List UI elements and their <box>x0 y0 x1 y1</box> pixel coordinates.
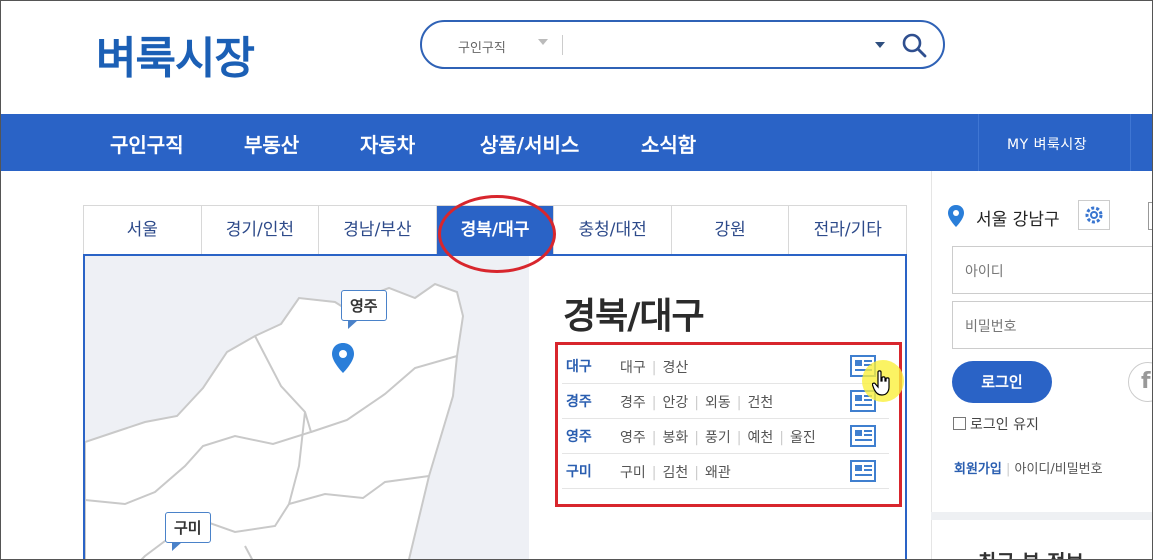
login-button[interactable]: 로그인 <box>952 361 1052 403</box>
account-links: 회원가입 | 아이디/비밀번호 <box>954 462 1103 477</box>
nav-my-link[interactable]: MY 벼룩시장 <box>1007 134 1087 154</box>
sidebar-divider <box>931 171 932 560</box>
nav-item-jobs[interactable]: 구인구직 <box>110 129 184 158</box>
search-category-select[interactable]: 구인구직 <box>458 37 506 56</box>
search-dropdown-caret-icon[interactable] <box>875 42 885 48</box>
tab-gyeonggi-incheon[interactable]: 경기/인천 <box>202 206 320 255</box>
keep-login-option[interactable]: 로그인 유지 <box>953 414 1039 434</box>
tab-gangwon[interactable]: 강원 <box>672 206 790 255</box>
id-field[interactable]: 아이디 <box>952 246 1153 294</box>
main-nav: 구인구직 부동산 자동차 상품/서비스 소식함 MY 벼룩시장 <box>0 114 1153 171</box>
facebook-login-icon[interactable]: f <box>1128 362 1153 402</box>
region-title: 경북/대구 <box>563 296 705 337</box>
category-caret-icon[interactable] <box>538 39 548 45</box>
hand-cursor-icon <box>872 370 890 396</box>
nav-divider <box>978 114 979 171</box>
highlight-circle-annotation <box>438 195 556 273</box>
search-input[interactable] <box>572 32 872 58</box>
recent-section-title: 최근 본 정보 <box>978 550 1084 560</box>
password-field[interactable]: 비밀번호 <box>952 301 1153 349</box>
nav-item-goods-services[interactable]: 상품/서비스 <box>480 129 579 158</box>
map-outline <box>85 282 465 560</box>
signup-link[interactable]: 회원가입 <box>954 462 1002 477</box>
region-map[interactable]: 영주 구미 <box>85 256 529 560</box>
location-pin-icon <box>948 205 964 227</box>
tab-gyeongnam-busan[interactable]: 경남/부산 <box>319 206 437 255</box>
map-label-yeongju[interactable]: 영주 <box>341 290 387 329</box>
search-icon[interactable] <box>900 31 928 59</box>
keep-login-checkbox[interactable] <box>953 417 966 430</box>
tab-chungcheong-daejeon[interactable]: 충청/대전 <box>554 206 672 255</box>
recent-section-heading: 최근 본 정보 <box>952 546 1084 560</box>
location-settings-button[interactable] <box>1078 200 1110 230</box>
nav-item-news[interactable]: 소식함 <box>641 129 696 158</box>
find-account-link[interactable]: 아이디/비밀번호 <box>1015 462 1103 477</box>
current-location: 서울 강남구 <box>976 210 1060 230</box>
site-logo[interactable]: 벼룩시장 <box>96 22 255 86</box>
highlight-box-annotation <box>555 342 902 507</box>
tab-seoul[interactable]: 서울 <box>84 206 202 255</box>
sidebar-edge-box <box>1148 202 1153 230</box>
nav-item-real-estate[interactable]: 부동산 <box>244 129 299 158</box>
gear-icon <box>1085 206 1103 224</box>
map-pin-icon[interactable] <box>331 342 355 374</box>
tab-jeolla-etc[interactable]: 전라/기타 <box>789 206 906 255</box>
nav-item-cars[interactable]: 자동차 <box>360 129 415 158</box>
sidebar-section-gap <box>931 512 1153 520</box>
keep-login-label: 로그인 유지 <box>970 417 1039 433</box>
nav-divider <box>1130 114 1131 171</box>
map-label-gumi[interactable]: 구미 <box>165 512 211 551</box>
search-divider <box>562 35 563 55</box>
search-bar: 구인구직 <box>420 20 945 69</box>
